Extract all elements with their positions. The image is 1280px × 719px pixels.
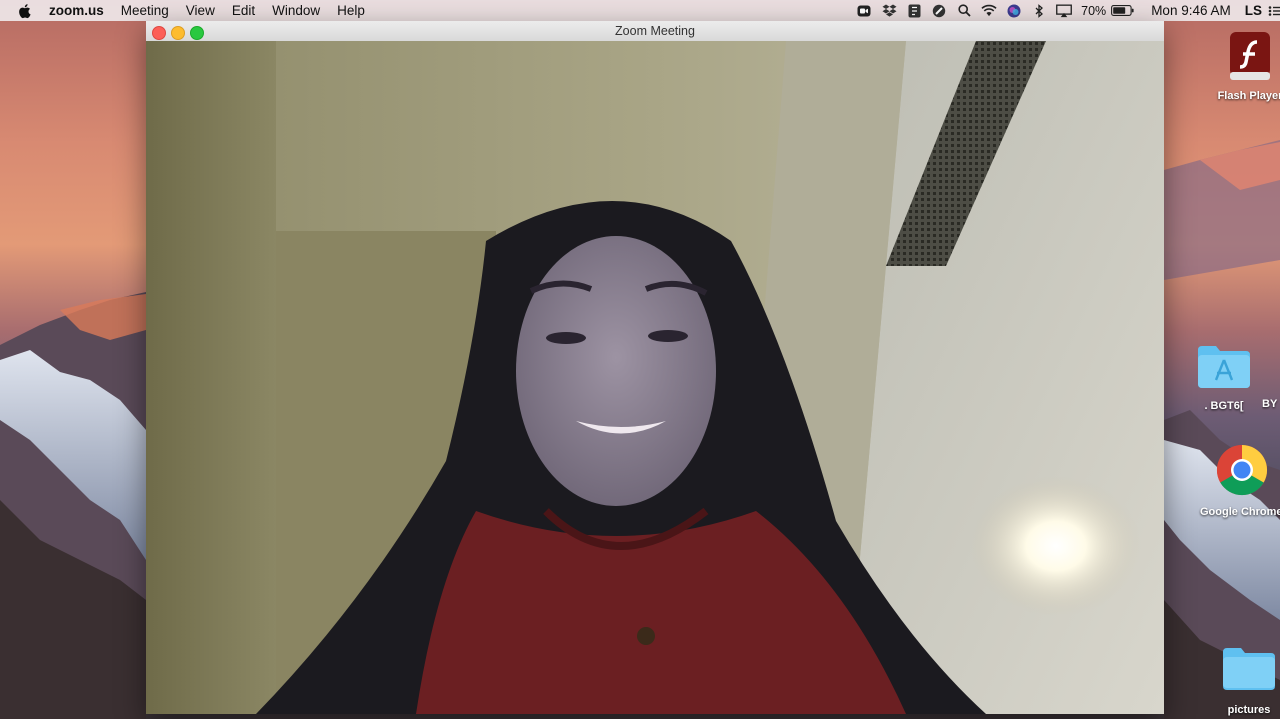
- flash-icon: [1226, 32, 1274, 82]
- notes-icon[interactable]: [906, 3, 922, 19]
- apple-menu-icon[interactable]: [18, 3, 32, 19]
- clock[interactable]: Mon 9:46 AM: [1151, 3, 1231, 18]
- chrome-icon: [1216, 444, 1268, 496]
- battery-percent: 70%: [1081, 3, 1107, 18]
- zoom-icon[interactable]: [856, 3, 872, 19]
- search-icon[interactable]: [956, 3, 972, 19]
- desktop-icon-label: BY: [1262, 398, 1278, 410]
- battery-icon[interactable]: [1110, 3, 1134, 19]
- zoom-meeting-window: Zoom Meeting: [146, 21, 1164, 714]
- menu-extras: 70% Mon 9:46 AM LS: [856, 0, 1280, 21]
- dropbox-icon[interactable]: [881, 3, 897, 19]
- window-close-button[interactable]: [152, 25, 166, 40]
- window-title-bar[interactable]: Zoom Meeting: [146, 21, 1164, 42]
- menu-edit[interactable]: Edit: [232, 3, 255, 18]
- window-minimize-button[interactable]: [171, 25, 185, 40]
- desktop-icon-label: Google Chrome: [1200, 506, 1280, 518]
- app-folder-icon: [1196, 344, 1252, 390]
- user-menu[interactable]: LS: [1245, 3, 1262, 18]
- desktop-icon-by[interactable]: BY: [1262, 398, 1280, 410]
- menu-window[interactable]: Window: [272, 3, 320, 18]
- menu-view[interactable]: View: [186, 3, 215, 18]
- bluetooth-icon[interactable]: [1031, 3, 1047, 19]
- window-title: Zoom Meeting: [615, 24, 695, 38]
- desktop-icon-google-chrome[interactable]: Google Chrome: [1196, 444, 1280, 518]
- menu-help[interactable]: Help: [337, 3, 365, 18]
- app-menu-zoom[interactable]: zoom.us: [49, 3, 104, 18]
- menu-bar: zoom.us Meeting View Edit Window Help 70…: [0, 0, 1280, 21]
- slash-icon[interactable]: [931, 3, 947, 19]
- desktop-icon-label: . BGT6[: [1204, 400, 1244, 412]
- airplay-icon[interactable]: [1056, 3, 1073, 19]
- desktop-icon-flash-player[interactable]: Flash Player: [1212, 32, 1280, 102]
- desktop-icon-label: Flash Player: [1217, 90, 1280, 102]
- window-maximize-button[interactable]: [190, 25, 204, 40]
- desktop-icon-pictures[interactable]: pictures: [1218, 646, 1280, 716]
- wifi-icon[interactable]: [981, 3, 997, 19]
- desktop-icon-bgt6[interactable]: . BGT6[: [1192, 344, 1256, 412]
- menu-meeting[interactable]: Meeting: [121, 3, 169, 18]
- desktop-icon-label: pictures: [1227, 704, 1271, 716]
- list-icon[interactable]: [1268, 3, 1280, 19]
- siri-icon[interactable]: [1006, 3, 1022, 19]
- video-feed[interactable]: [146, 41, 1164, 714]
- folder-icon: [1221, 646, 1277, 690]
